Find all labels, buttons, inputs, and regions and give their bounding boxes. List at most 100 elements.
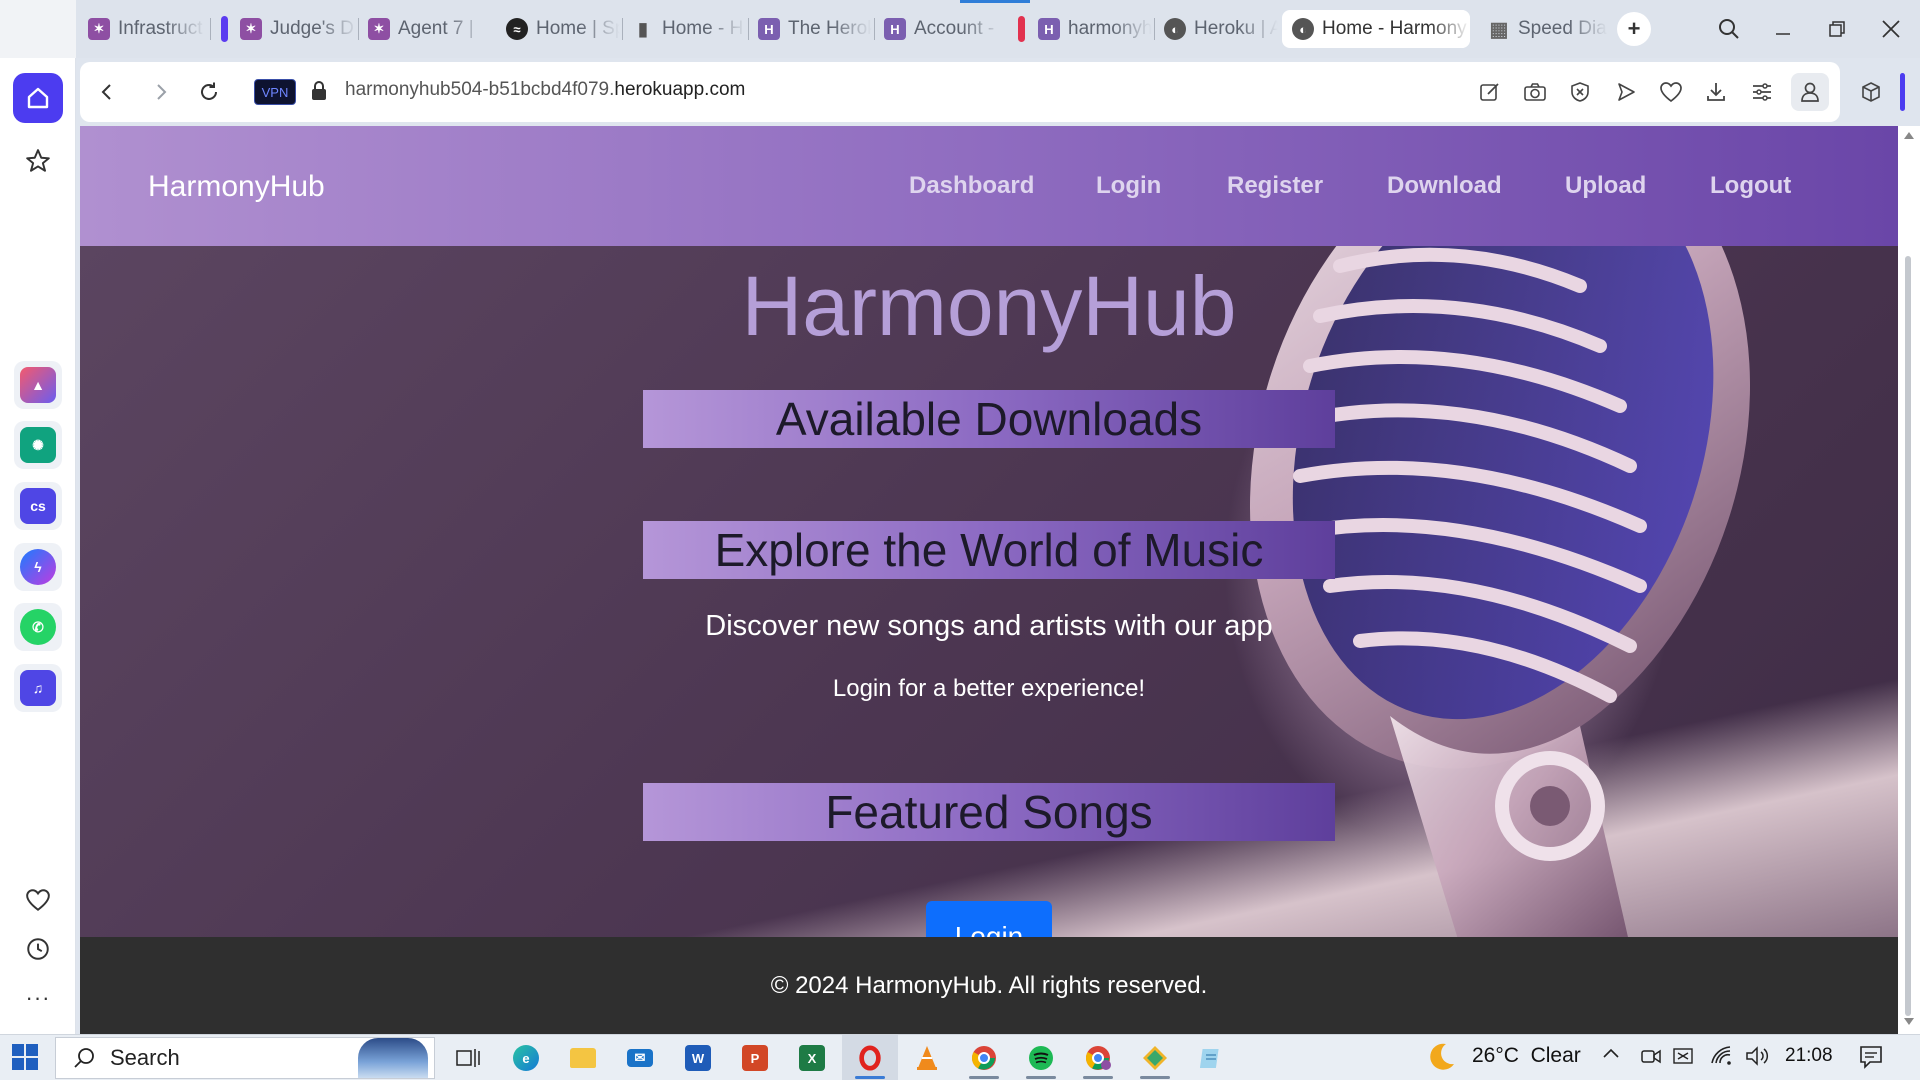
url-subdomain: harmonyhub504-b51bcbd4f079. <box>345 79 615 100</box>
running-indicator <box>1026 1076 1056 1079</box>
volume-icon[interactable] <box>1745 1045 1771 1069</box>
profile-icon[interactable] <box>1791 73 1829 111</box>
home-icon[interactable] <box>13 73 63 123</box>
site-brand[interactable]: HarmonyHub <box>148 170 325 204</box>
camera-icon[interactable] <box>1519 76 1551 108</box>
nav-download[interactable]: Download <box>1387 172 1502 200</box>
taskbar-search-box[interactable]: Search <box>55 1037 435 1079</box>
sidebar-toggle-indicator[interactable] <box>1900 73 1905 111</box>
tab-home-harmonyhub-active[interactable]: ◐ Home - Harmony <box>1282 10 1470 48</box>
scrollbar-thumb[interactable] <box>1905 256 1911 1016</box>
download-icon[interactable] <box>1700 76 1732 108</box>
heart-icon[interactable] <box>13 875 63 925</box>
tab-agent-7[interactable]: ✶ Agent 7 | <box>358 10 486 48</box>
chrome-profile-icon[interactable] <box>1080 1040 1116 1076</box>
login-prompt: Login for a better experience! <box>832 675 1146 702</box>
search-tabs-icon[interactable] <box>1712 12 1746 46</box>
discover-text: Discover new songs and artists with our … <box>705 610 1273 642</box>
back-icon[interactable] <box>91 76 123 108</box>
taskbar-search-label: Search <box>110 1045 180 1070</box>
edit-page-icon[interactable] <box>1474 76 1506 108</box>
chrome-icon[interactable] <box>966 1040 1002 1076</box>
notepad-icon[interactable] <box>1194 1040 1230 1076</box>
edge-icon[interactable]: e <box>508 1040 544 1076</box>
task-view-icon[interactable] <box>450 1040 486 1076</box>
grid-icon: ▦ <box>1489 18 1509 41</box>
close-window-icon[interactable] <box>1874 12 1908 46</box>
judge-icon: ✶ <box>88 18 110 40</box>
tab-home-h[interactable]: ▮ Home - H <box>622 10 746 48</box>
new-tab-plus-icon[interactable]: + <box>1617 12 1651 46</box>
judge-icon: ✶ <box>368 18 390 40</box>
mail-icon[interactable]: ✉ <box>622 1040 658 1076</box>
messenger-icon[interactable]: ϟ <box>14 543 62 591</box>
spotify-taskbar-icon[interactable] <box>1023 1040 1059 1076</box>
available-downloads-heading: Available Downloads <box>643 390 1335 448</box>
heroku-icon: H <box>1038 18 1060 40</box>
tab-loading-indicator <box>960 0 1030 3</box>
opera-taskbar-icon[interactable] <box>852 1040 888 1076</box>
page-scrollbar[interactable] <box>1898 126 1920 1034</box>
site-footer: © 2024 HarmonyHub. All rights reserved. <box>80 937 1898 1034</box>
language-icon[interactable] <box>1672 1046 1696 1068</box>
tab-spotify[interactable]: ≈ Home | Sp <box>496 10 620 48</box>
music-player-icon[interactable]: ♫ <box>14 664 62 712</box>
weather-text[interactable]: 26°C Clear <box>1472 1044 1581 1068</box>
notifications-icon[interactable] <box>1858 1044 1886 1072</box>
word-icon[interactable]: W <box>680 1040 716 1076</box>
powerpoint-icon[interactable]: P <box>737 1040 773 1076</box>
extensions-cube-icon[interactable] <box>1855 76 1887 108</box>
whatsapp-icon[interactable]: ✆ <box>14 603 62 651</box>
nav-login[interactable]: Login <box>1096 172 1161 200</box>
git-app-icon[interactable] <box>1137 1040 1173 1076</box>
tab-heroku-apps[interactable]: ◐ Heroku | A <box>1154 10 1278 48</box>
restore-icon[interactable] <box>1820 12 1854 46</box>
easy-setup-icon[interactable] <box>1746 76 1778 108</box>
tab-group-marker <box>1018 16 1025 42</box>
chevron-up-icon[interactable] <box>1602 1046 1624 1068</box>
nav-dashboard[interactable]: Dashboard <box>909 172 1034 200</box>
lock-icon[interactable] <box>310 80 328 104</box>
aria-icon[interactable]: ▲ <box>14 361 62 409</box>
excel-icon[interactable]: X <box>794 1040 830 1076</box>
history-clock-icon[interactable] <box>13 924 63 974</box>
tab-judges-dashboard[interactable]: ✶ Judge's D <box>230 10 358 48</box>
minimize-icon[interactable] <box>1766 12 1800 46</box>
flow-send-icon[interactable] <box>1610 76 1642 108</box>
chatgpt-icon[interactable]: ✺ <box>14 421 62 469</box>
adblock-shield-icon[interactable] <box>1564 76 1596 108</box>
web-page: HarmonyHub Available Downloads Explore t… <box>80 126 1898 1034</box>
tab-speed-dial[interactable]: ▦ Speed Dia <box>1478 10 1608 48</box>
tab-infrastructure[interactable]: ✶ Infrastruct <box>78 10 206 48</box>
spotify-icon: ≈ <box>506 18 528 40</box>
cs-app-icon[interactable]: cs <box>14 482 62 530</box>
running-indicator <box>1140 1076 1170 1079</box>
nav-upload[interactable]: Upload <box>1565 172 1646 200</box>
windows-start-icon[interactable] <box>12 1044 38 1070</box>
clock-time[interactable]: 21:08 <box>1785 1045 1833 1067</box>
file-explorer-icon[interactable] <box>565 1040 601 1076</box>
weather-moon-icon[interactable] <box>1424 1040 1460 1076</box>
nav-logout[interactable]: Logout <box>1710 172 1791 200</box>
nav-register[interactable]: Register <box>1227 172 1323 200</box>
tab-harmonyhub[interactable]: H harmonyh <box>1028 10 1152 48</box>
judge-icon: ✶ <box>240 18 262 40</box>
star-icon[interactable] <box>13 136 63 186</box>
forward-icon[interactable] <box>145 76 177 108</box>
opera-sidebar: ▲ ✺ cs ϟ ✆ ♫ ··· <box>0 0 76 1034</box>
tab-account[interactable]: H Account - <box>874 10 1002 48</box>
heroku-icon: H <box>884 18 906 40</box>
vlc-icon[interactable] <box>909 1040 945 1076</box>
vpn-badge[interactable]: VPN <box>254 79 296 105</box>
bookmark-heart-icon[interactable] <box>1655 76 1687 108</box>
meet-now-icon[interactable] <box>1640 1046 1662 1068</box>
wifi-icon[interactable] <box>1710 1045 1734 1069</box>
reload-icon[interactable] <box>193 76 225 108</box>
globe-icon: ◐ <box>1164 18 1186 40</box>
running-indicator <box>969 1076 999 1079</box>
more-options-icon[interactable]: ··· <box>13 973 63 1023</box>
running-indicator <box>1083 1076 1113 1079</box>
url-field[interactable]: harmonyhub504-b51bcbd4f079.herokuapp.com <box>345 79 745 101</box>
search-icon <box>74 1048 94 1068</box>
tab-heroku-1[interactable]: H The Herok <box>748 10 872 48</box>
